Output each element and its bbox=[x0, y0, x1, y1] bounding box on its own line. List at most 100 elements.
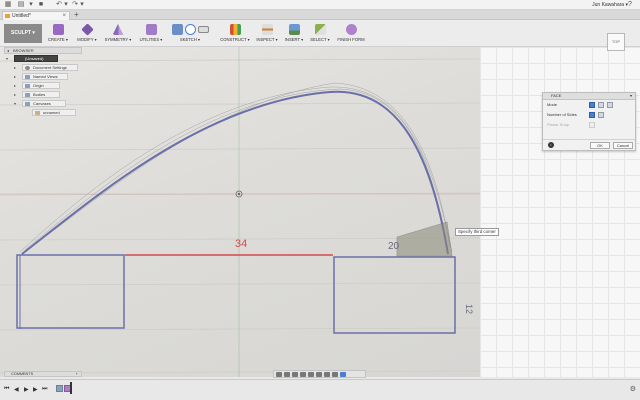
sides-single-option[interactable] bbox=[589, 112, 595, 118]
tab-document[interactable]: Untitled* × bbox=[2, 11, 70, 20]
play-icon[interactable]: ▶ bbox=[24, 386, 29, 393]
create-menu[interactable]: CREATE ▾ bbox=[46, 23, 70, 45]
fit-icon[interactable] bbox=[308, 371, 314, 377]
face-dialog: FACE ▾ Mode Number of Sides Planar Snap … bbox=[542, 92, 636, 151]
select-icon bbox=[314, 24, 326, 35]
step-back-icon[interactable]: ◀ bbox=[14, 386, 19, 393]
comments-title: COMMENTS bbox=[11, 372, 34, 376]
browser-item-canvas-unnamed[interactable]: unnamed bbox=[4, 108, 82, 117]
create-sketch-icon bbox=[171, 24, 183, 35]
folder-icon bbox=[25, 93, 30, 97]
insert-image-icon bbox=[288, 24, 300, 35]
ok-button[interactable]: OK bbox=[590, 142, 610, 149]
browser-root[interactable]: ▾ (Unsaved) bbox=[4, 54, 82, 63]
sides-multiple-option[interactable] bbox=[598, 112, 604, 118]
mode-row: Mode bbox=[543, 100, 635, 110]
viewcube[interactable]: TOP bbox=[607, 33, 625, 51]
browser-item-document-settings[interactable]: ▸ Document Settings bbox=[4, 63, 82, 72]
app-bar: ▦ ▤ ▾ ■ ↶ ▾ ↷ ▾ Jun Kawahara ▾ ? bbox=[0, 0, 640, 10]
expand-icon[interactable]: ▸ bbox=[14, 72, 16, 81]
folder-icon bbox=[25, 75, 30, 79]
viewports-icon[interactable] bbox=[332, 371, 338, 377]
sketch-loop-icon bbox=[184, 24, 196, 35]
app-menu-icon[interactable]: ▦ bbox=[4, 1, 12, 9]
save-icon[interactable]: ■ bbox=[37, 1, 45, 9]
sketch-rect-right bbox=[333, 256, 456, 334]
browser-item-canvases[interactable]: ▾ Canvases bbox=[4, 99, 82, 108]
browser-panel: ◂ BROWSER ▾ (Unsaved) ▸ Document Setting… bbox=[4, 47, 82, 123]
info-icon[interactable]: i bbox=[548, 142, 554, 148]
number-of-sides-label: Number of Sides bbox=[547, 112, 577, 117]
gear-icon[interactable]: ⚙ bbox=[630, 385, 636, 393]
sketch-menu[interactable]: SKETCH ▾ bbox=[167, 23, 213, 45]
close-tab-icon[interactable]: × bbox=[62, 12, 66, 20]
environment-icon[interactable] bbox=[340, 371, 346, 377]
browser-item-named-views[interactable]: ▸ Named Views bbox=[4, 72, 82, 81]
planar-snap-row: Planar Snap bbox=[543, 120, 635, 130]
inspect-menu[interactable]: INSPECT ▾ bbox=[256, 23, 278, 45]
select-menu[interactable]: SELECT ▾ bbox=[309, 23, 331, 45]
new-tab-icon[interactable]: + bbox=[74, 11, 79, 19]
user-menu[interactable]: Jun Kawahara ▾ bbox=[592, 1, 628, 9]
modify-menu[interactable]: MODIFY ▾ bbox=[74, 23, 100, 45]
expand-icon[interactable]: ▸ bbox=[14, 63, 16, 72]
add-comment-icon[interactable]: + bbox=[76, 372, 78, 376]
display-settings-icon[interactable] bbox=[316, 371, 322, 377]
browser-item-origin[interactable]: ▸ Origin bbox=[4, 81, 82, 90]
undo-dropdown-icon[interactable]: ▾ bbox=[62, 1, 70, 9]
planar-snap-checkbox[interactable] bbox=[589, 122, 595, 128]
zoom-icon[interactable] bbox=[300, 371, 306, 377]
question-icon[interactable]: ? bbox=[626, 1, 634, 9]
browser-item-bodies[interactable]: ▸ Bodies bbox=[4, 90, 82, 99]
timeline-canvas-feature[interactable] bbox=[56, 385, 63, 392]
browser-item-label: Named Views bbox=[33, 74, 58, 79]
utilities-menu[interactable]: UTILITIES ▾ bbox=[137, 23, 165, 45]
image-icon bbox=[35, 111, 40, 115]
mode-simple-option[interactable] bbox=[589, 102, 595, 108]
document-tab-bar: Untitled* × + bbox=[0, 10, 640, 20]
comments-panel[interactable]: COMMENTS + bbox=[4, 371, 82, 377]
mode-chain-option[interactable] bbox=[607, 102, 613, 108]
folder-icon bbox=[25, 102, 30, 106]
expand-icon[interactable]: ▸ bbox=[14, 81, 16, 90]
sketch-rect-left bbox=[16, 254, 125, 329]
cursor-tooltip: Specify third corner bbox=[455, 228, 499, 236]
timeline-bar: ⏮ ◀ ▶ ▶ ⏭ ⚙ bbox=[0, 379, 640, 400]
look-at-icon[interactable] bbox=[284, 371, 290, 377]
dialog-header[interactable]: FACE ▾ bbox=[543, 93, 635, 100]
timeline-marker[interactable] bbox=[70, 382, 72, 394]
expand-icon[interactable]: ▸ bbox=[14, 90, 16, 99]
dialog-close-icon[interactable]: ▾ bbox=[630, 93, 632, 99]
measure-icon bbox=[261, 24, 273, 35]
dimension-label-20: 20 bbox=[388, 241, 400, 252]
edit-form-icon bbox=[80, 23, 94, 36]
construct-plane-icon bbox=[229, 24, 241, 35]
cancel-button[interactable]: Cancel bbox=[613, 142, 633, 149]
dialog-title: FACE bbox=[551, 93, 562, 98]
expand-icon[interactable]: ▾ bbox=[6, 54, 8, 63]
document-title: Untitled* bbox=[12, 13, 31, 19]
create-form-icon bbox=[52, 24, 64, 35]
finish-form-button[interactable]: FINISH FORM bbox=[335, 23, 367, 45]
toolbar-ribbon: SCULPT ▾ CREATE ▾ MODIFY ▾ SYMMETRY ▾ UT… bbox=[0, 20, 640, 47]
expand-icon[interactable]: ▾ bbox=[14, 99, 16, 108]
go-to-start-icon[interactable]: ⏮ bbox=[4, 386, 9, 393]
browser-item-label: Document Settings bbox=[33, 65, 67, 70]
redo-dropdown-icon[interactable]: ▾ bbox=[78, 1, 86, 9]
browser-item-label: Origin bbox=[33, 83, 44, 88]
insert-menu[interactable]: INSERT ▾ bbox=[283, 23, 305, 45]
workspace-switcher[interactable]: SCULPT ▾ bbox=[4, 24, 42, 43]
construct-menu[interactable]: CONSTRUCT ▾ bbox=[218, 23, 252, 45]
orbit-icon[interactable] bbox=[276, 371, 282, 377]
symmetry-menu[interactable]: SYMMETRY ▾ bbox=[103, 23, 133, 45]
sketch-curve bbox=[21, 90, 449, 255]
browser-header[interactable]: ◂ BROWSER bbox=[4, 47, 82, 54]
mode-edge-option[interactable] bbox=[598, 102, 604, 108]
grid-settings-icon[interactable] bbox=[324, 371, 330, 377]
go-to-end-icon[interactable]: ⏭ bbox=[42, 386, 47, 393]
file-menu-icon[interactable]: ▤ bbox=[17, 1, 25, 9]
browser-root-label: (Unsaved) bbox=[25, 56, 44, 61]
step-forward-icon[interactable]: ▶ bbox=[33, 386, 38, 393]
dropdown-icon[interactable]: ▾ bbox=[27, 1, 35, 9]
pan-icon[interactable] bbox=[292, 371, 298, 377]
